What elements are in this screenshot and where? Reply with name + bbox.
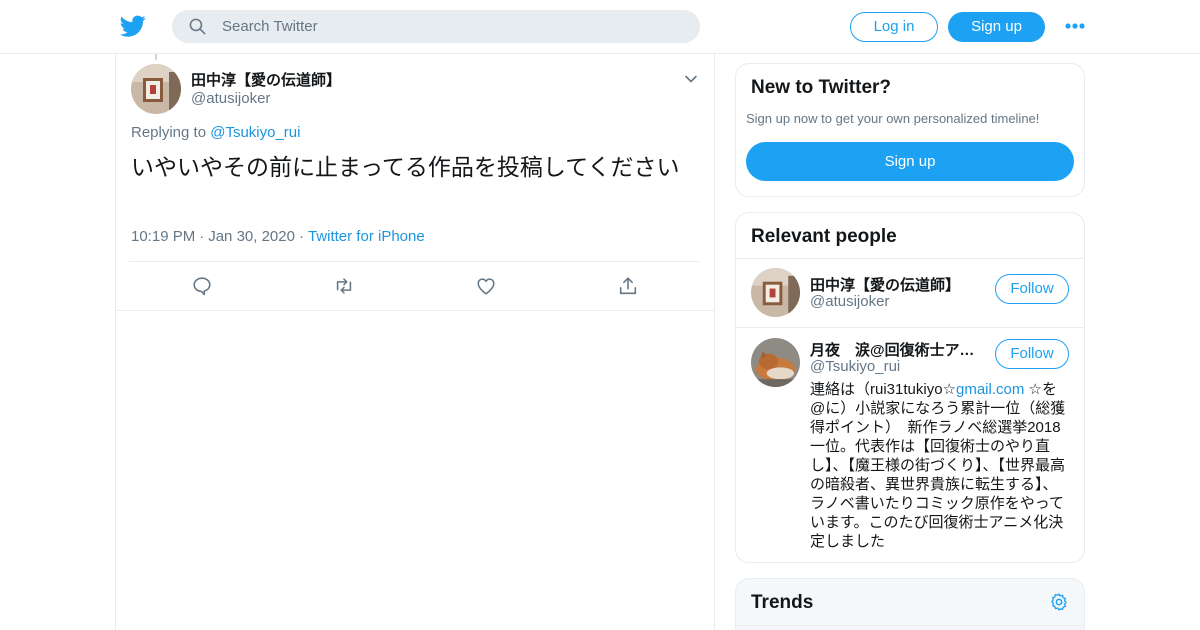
- retweet-icon[interactable]: [333, 275, 355, 297]
- author-handle[interactable]: @atusijoker: [191, 90, 270, 107]
- tweet-actions: [116, 262, 714, 310]
- person-handle[interactable]: @atusijoker: [810, 293, 889, 310]
- like-heart-icon[interactable]: [475, 275, 497, 297]
- search-input[interactable]: [222, 10, 682, 43]
- follow-button[interactable]: Follow: [995, 274, 1069, 304]
- avatar-picture-frame-icon: [751, 268, 800, 317]
- person-avatar[interactable]: [751, 338, 800, 387]
- gear-icon[interactable]: [1049, 592, 1069, 612]
- card-title: Relevant people: [751, 226, 897, 247]
- tweet-date[interactable]: Jan 30, 2020: [208, 228, 295, 245]
- new-to-twitter-card: New to Twitter? Sign up now to get your …: [735, 63, 1085, 197]
- person-bio: 連絡は（rui31tukiyo☆gmail.com ☆を@に）小説家になろう累計…: [810, 380, 1072, 551]
- meta-separator: ·: [298, 228, 304, 245]
- person-name[interactable]: 月夜 涙@回復術士アニメ化決定: [810, 339, 980, 360]
- search-icon: [189, 18, 206, 35]
- divider: [736, 258, 1084, 259]
- replying-prefix: Replying to: [131, 124, 207, 141]
- divider: [736, 625, 1084, 626]
- login-button[interactable]: Log in: [850, 12, 938, 42]
- bio-link[interactable]: gmail.com: [956, 381, 1024, 398]
- tweet-time[interactable]: 10:19 PM: [131, 228, 195, 245]
- tweet-meta: 10:19 PM · Jan 30, 2020 · Twitter for iPhone: [131, 228, 425, 245]
- person-handle[interactable]: @Tsukiyo_rui: [810, 358, 900, 375]
- replying-to-line: Replying to @Tsukiyo_rui: [131, 124, 300, 141]
- share-icon[interactable]: [617, 275, 639, 297]
- tweet-text: いやいやその前に止まってる作品を投稿してください: [131, 154, 680, 180]
- avatar-cat-icon: [751, 338, 800, 387]
- search-bar[interactable]: [172, 10, 700, 43]
- follow-button[interactable]: Follow: [995, 339, 1069, 369]
- person-name[interactable]: 田中淳【愛の伝道師】: [810, 274, 980, 295]
- tweet-source[interactable]: Twitter for iPhone: [308, 228, 425, 245]
- bio-text: 連絡は（rui31tukiyo☆: [810, 381, 956, 398]
- sidebar-signup-button[interactable]: Sign up: [746, 142, 1074, 181]
- relevant-people-card: Relevant people 田中淳【愛の伝道師】 @atusijoker F…: [735, 212, 1085, 563]
- main-column: 田中淳【愛の伝道師】 @atusijoker Replying to @Tsuk…: [115, 54, 715, 630]
- chevron-down-icon[interactable]: [684, 72, 698, 86]
- author-name[interactable]: 田中淳【愛の伝道師】: [191, 69, 341, 90]
- divider: [116, 310, 714, 311]
- top-bar: Log in Sign up: [0, 0, 1200, 54]
- author-avatar[interactable]: [131, 64, 181, 114]
- thread-connector-line: [155, 54, 157, 60]
- avatar-picture-frame-icon: [131, 64, 181, 114]
- reply-icon[interactable]: [191, 275, 213, 297]
- card-title: Trends: [751, 592, 814, 613]
- card-title: New to Twitter?: [751, 77, 892, 98]
- signup-button[interactable]: Sign up: [948, 12, 1045, 42]
- divider: [736, 327, 1084, 328]
- person-avatar[interactable]: [751, 268, 800, 317]
- trends-card: Trends: [735, 578, 1085, 630]
- more-options-icon[interactable]: [1064, 20, 1086, 32]
- card-subtitle: Sign up now to get your own personalized…: [746, 111, 1040, 126]
- replying-to-link[interactable]: @Tsukiyo_rui: [210, 124, 300, 141]
- bio-text: ☆を@に）小説家になろう累計一位（総獲得ポイント） 新作ラノベ総選挙2018一位…: [810, 381, 1066, 550]
- twitter-bird-logo-icon[interactable]: [120, 13, 146, 39]
- meta-separator: ·: [199, 228, 205, 245]
